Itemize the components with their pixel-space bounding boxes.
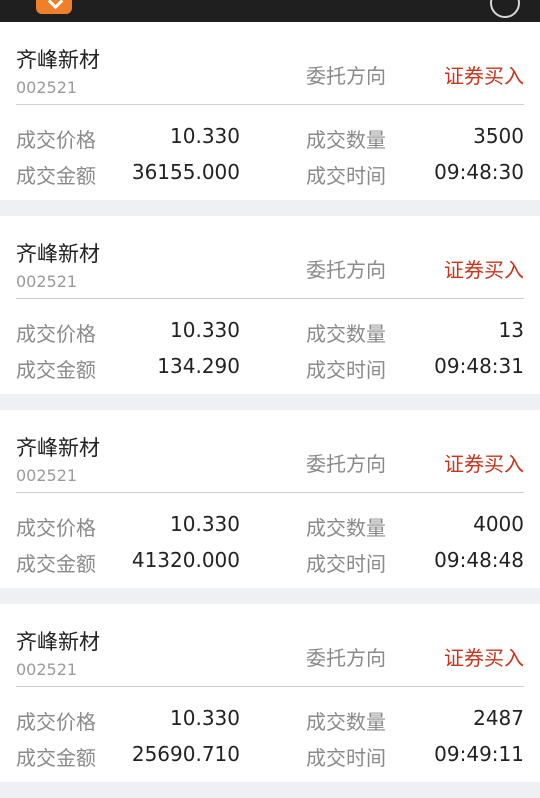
quantity-label: 成交数量 [306,128,386,152]
refresh-icon[interactable] [490,0,520,18]
price-value: 10.330 [170,124,240,148]
stock-name: 齐峰新材 [16,436,100,460]
time-label: 成交时间 [306,552,386,576]
next-card-edge [0,734,540,740]
stock-name: 齐峰新材 [16,630,100,654]
trade-record-card[interactable]: 齐峰新材 002521 委托方向 证券买入 成交价格 10.330 成交数量 3… [0,22,540,200]
price-value: 10.330 [170,512,240,536]
divider [16,104,524,105]
stock-name: 齐峰新材 [16,48,100,72]
divider [16,686,524,687]
stock-code: 002521 [16,78,78,97]
direction-label: 委托方向 [306,64,386,88]
time-label: 成交时间 [306,358,386,382]
divider [16,298,524,299]
time-label: 成交时间 [306,164,386,188]
stock-code: 002521 [16,466,78,485]
time-value: 09:48:31 [434,354,524,378]
direction-label: 委托方向 [306,452,386,476]
price-value: 10.330 [170,706,240,730]
quantity-label: 成交数量 [306,710,386,734]
app-logo-icon[interactable] [36,0,72,14]
direction-value: 证券买入 [444,258,524,282]
time-value: 09:48:30 [434,160,524,184]
quantity-value: 4000 [473,512,524,536]
amount-value: 134.290 [157,354,240,378]
amount-value: 36155.000 [131,160,240,184]
amount-value: 25690.710 [131,742,240,766]
trade-record-card[interactable]: 齐峰新材 002521 委托方向 证券买入 成交价格 10.330 成交数量 4… [0,410,540,588]
amount-value: 41320.000 [131,548,240,572]
trade-record-card[interactable]: 齐峰新材 002521 委托方向 证券买入 成交价格 10.330 成交数量 1… [0,216,540,394]
direction-label: 委托方向 [306,646,386,670]
trade-record-list: 齐峰新材 002521 委托方向 证券买入 成交价格 10.330 成交数量 3… [0,22,540,798]
direction-value: 证券买入 [444,64,524,88]
quantity-value: 3500 [473,124,524,148]
quantity-value: 2487 [473,706,524,730]
direction-value: 证券买入 [444,646,524,670]
time-value: 09:48:48 [434,548,524,572]
stock-code: 002521 [16,272,78,291]
time-label: 成交时间 [306,746,386,770]
divider [16,492,524,493]
top-bar [0,0,540,22]
direction-value: 证券买入 [444,452,524,476]
trade-record-card[interactable]: 齐峰新材 002521 委托方向 证券买入 成交价格 10.330 成交数量 2… [0,604,540,782]
quantity-label: 成交数量 [306,322,386,346]
stock-code: 002521 [16,660,78,679]
stock-name: 齐峰新材 [16,242,100,266]
price-value: 10.330 [170,318,240,342]
quantity-label: 成交数量 [306,516,386,540]
quantity-value: 13 [498,318,524,342]
time-value: 09:49:11 [434,742,524,766]
direction-label: 委托方向 [306,258,386,282]
